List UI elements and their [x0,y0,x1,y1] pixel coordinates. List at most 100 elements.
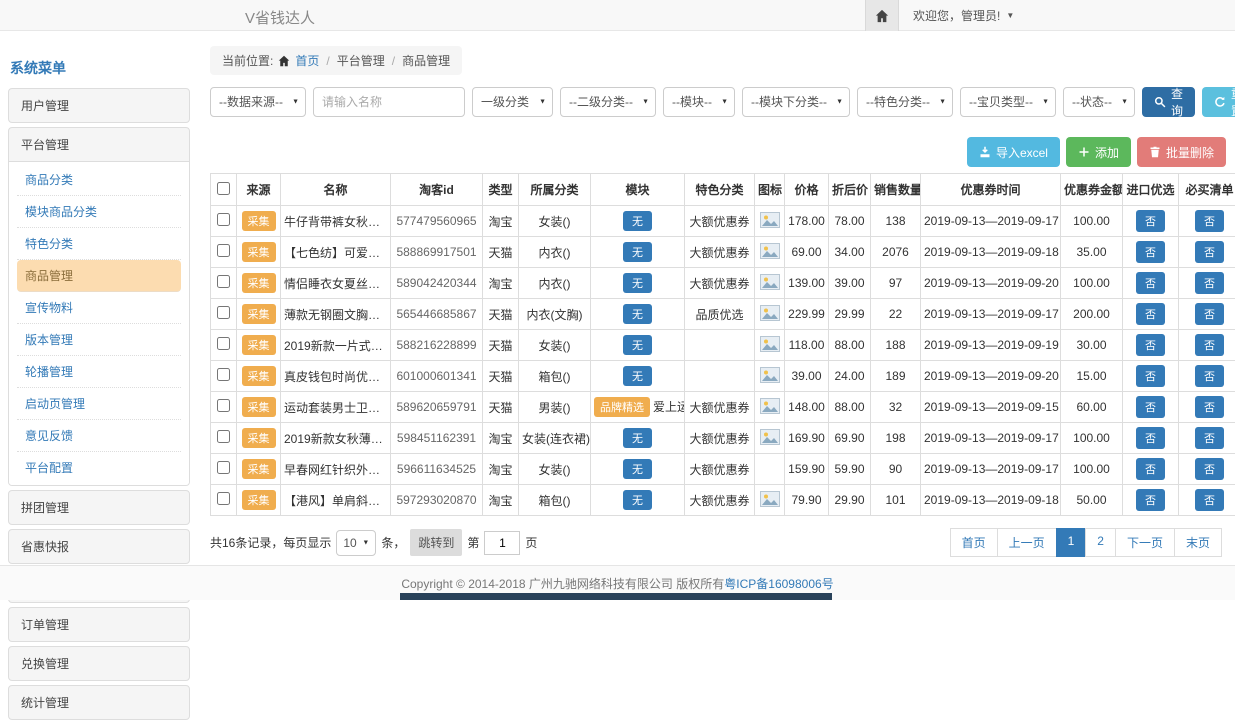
row-checkbox[interactable] [217,399,230,412]
taoke-id: 577479560965 [391,206,483,237]
source-badge: 采集 [242,304,276,324]
must-buy-toggle[interactable]: 否 [1195,396,1224,418]
must-buy-toggle[interactable]: 否 [1195,334,1224,356]
coupon-amount: 35.00 [1061,237,1123,268]
sidebar-section-省惠快报[interactable]: 省惠快报 [9,530,189,563]
coupon-time: 2019-09-13—2019-09-17 [921,206,1061,237]
module-badge: 品牌精选 [594,397,650,417]
coupon-amount: 200.00 [1061,299,1123,330]
column-header-销售数量: 销售数量 [871,174,921,206]
page-button-下一页[interactable]: 下一页 [1115,528,1175,557]
page-button-末页[interactable]: 末页 [1174,528,1222,557]
query-button[interactable]: 查询 [1142,87,1195,117]
column-header-优惠券时间: 优惠券时间 [921,174,1061,206]
table-row: 采集薄款无钢圈文胸聚拢性...565446685867天猫内衣(文胸)无品质优选… [211,299,1235,330]
sidebar-item-启动页管理[interactable]: 启动页管理 [17,388,181,420]
must-buy-toggle[interactable]: 否 [1195,427,1224,449]
product-category: 女装() [519,206,591,237]
row-checkbox[interactable] [217,306,230,319]
import-optimal-toggle[interactable]: 否 [1136,427,1165,449]
coupon-amount: 50.00 [1061,485,1123,516]
user-menu[interactable]: 欢迎您，管理员! ▼ [899,0,1028,31]
import-optimal-toggle[interactable]: 否 [1136,458,1165,480]
coupon-amount: 100.00 [1061,268,1123,299]
sidebar-item-商品管理[interactable]: 商品管理 [17,260,181,292]
module-badge: 无 [623,304,652,324]
sidebar-item-模块商品分类[interactable]: 模块商品分类 [17,196,181,228]
row-checkbox[interactable] [217,492,230,505]
discount-price: 59.90 [829,454,871,485]
sidebar-section-统计管理[interactable]: 统计管理 [9,686,189,719]
module-subcategory-select[interactable]: --模块下分类-- [742,87,850,117]
must-buy-toggle[interactable]: 否 [1195,303,1224,325]
name-input[interactable] [313,87,465,117]
row-checkbox[interactable] [217,213,230,226]
must-buy-toggle[interactable]: 否 [1195,458,1224,480]
sidebar-item-轮播管理[interactable]: 轮播管理 [17,356,181,388]
module-badge: 无 [623,366,652,386]
import-optimal-toggle[interactable]: 否 [1136,210,1165,232]
level1-category-select[interactable]: 一级分类 [472,87,553,117]
sidebar-section-拼团管理[interactable]: 拼团管理 [9,491,189,524]
must-buy-toggle[interactable]: 否 [1195,241,1224,263]
import-optimal-toggle[interactable]: 否 [1136,489,1165,511]
sidebar-item-宣传物料[interactable]: 宣传物料 [17,292,181,324]
welcome-text: 欢迎您，管理员! [913,7,1000,24]
sidebar-item-意见反馈[interactable]: 意见反馈 [17,420,181,452]
sidebar-item-特色分类[interactable]: 特色分类 [17,228,181,260]
module-select[interactable]: --模块-- [663,87,735,117]
page-button-首页[interactable]: 首页 [950,528,998,557]
page-button-2[interactable]: 2 [1085,528,1116,557]
per-page-select[interactable]: 10 [336,530,376,556]
icp-link[interactable]: 粤ICP备16098006号 [724,575,833,592]
module-cell: 无 [591,268,685,299]
import-optimal-toggle[interactable]: 否 [1136,365,1165,387]
must-buy-toggle[interactable]: 否 [1195,210,1224,232]
status-select[interactable]: --状态-- [1063,87,1135,117]
import-optimal-toggle[interactable]: 否 [1136,396,1165,418]
home-button[interactable] [865,0,899,31]
coupon-amount: 15.00 [1061,361,1123,392]
batch-delete-button[interactable]: 批量删除 [1137,137,1226,167]
import-optimal-toggle[interactable]: 否 [1136,241,1165,263]
product-category: 女装(连衣裙) [519,423,591,454]
row-checkbox[interactable] [217,368,230,381]
product-category: 女装() [519,454,591,485]
price: 39.00 [785,361,829,392]
sidebar-section-用户管理[interactable]: 用户管理 [9,89,189,122]
row-checkbox[interactable] [217,430,230,443]
import-optimal-toggle[interactable]: 否 [1136,334,1165,356]
row-checkbox[interactable] [217,275,230,288]
page-button-上一页[interactable]: 上一页 [997,528,1057,557]
breadcrumb-item-goods: 商品管理 [402,52,450,69]
data-source-select[interactable]: --数据来源-- [210,87,306,117]
add-button[interactable]: 添加 [1066,137,1131,167]
reset-button[interactable]: 重置 [1202,87,1235,117]
jump-page-input[interactable] [484,531,520,555]
sidebar-item-平台配置[interactable]: 平台配置 [17,452,181,483]
sidebar-item-商品分类[interactable]: 商品分类 [17,164,181,196]
breadcrumb-home-link[interactable]: 首页 [295,52,319,69]
sidebar-item-版本管理[interactable]: 版本管理 [17,324,181,356]
sidebar-section-平台管理[interactable]: 平台管理 [9,128,189,161]
products-table: 来源名称淘客id类型所属分类模块特色分类图标价格折后价销售数量优惠券时间优惠券金… [210,173,1235,516]
price: 118.00 [785,330,829,361]
import-excel-button[interactable]: 导入excel [967,137,1060,167]
row-checkbox[interactable] [217,244,230,257]
row-checkbox[interactable] [217,461,230,474]
jump-button[interactable]: 跳转到 [410,529,462,556]
module-extra-text: 爱上运动 [653,400,685,414]
must-buy-toggle[interactable]: 否 [1195,272,1224,294]
import-optimal-toggle[interactable]: 否 [1136,303,1165,325]
level2-category-select[interactable]: --二级分类-- [560,87,656,117]
must-buy-toggle[interactable]: 否 [1195,365,1224,387]
select-all-checkbox[interactable] [217,182,230,195]
page-button-1[interactable]: 1 [1056,528,1087,557]
sidebar-section-订单管理[interactable]: 订单管理 [9,608,189,641]
sidebar-section-兑换管理[interactable]: 兑换管理 [9,647,189,680]
row-checkbox[interactable] [217,337,230,350]
must-buy-toggle[interactable]: 否 [1195,489,1224,511]
feature-category-select[interactable]: --特色分类-- [857,87,953,117]
import-optimal-toggle[interactable]: 否 [1136,272,1165,294]
item-type-select[interactable]: --宝贝类型-- [960,87,1056,117]
